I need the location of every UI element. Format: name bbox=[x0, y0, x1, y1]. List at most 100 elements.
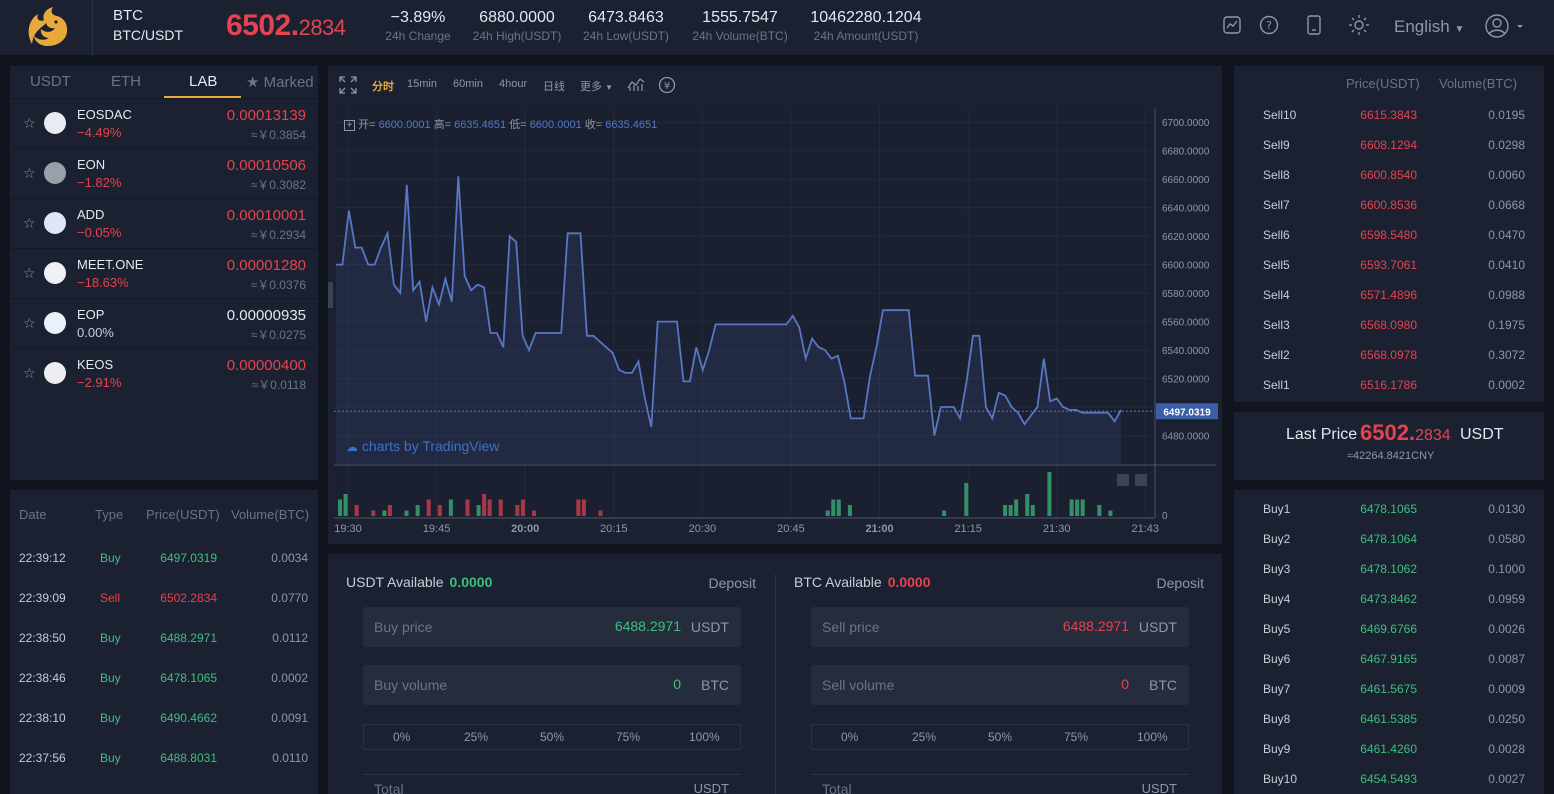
price-chart[interactable]: 6700.0000 6680.0000 6660.0000 6640.0000 6620… bbox=[328, 102, 1222, 544]
order-price: 6478.1062 bbox=[1360, 562, 1417, 576]
sell-percent-slider[interactable]: 0% 25% 50% 75% 100% bbox=[811, 724, 1189, 750]
star-outline-icon[interactable]: ☆ bbox=[23, 215, 36, 232]
sell-deposit-link[interactable]: Deposit bbox=[1157, 575, 1204, 591]
volume-bar bbox=[831, 499, 836, 516]
interval-more[interactable]: 更多 ▼ bbox=[580, 78, 613, 94]
order-price: 6571.4896 bbox=[1360, 288, 1417, 302]
volume-bar bbox=[382, 510, 387, 516]
order-price: 6461.5385 bbox=[1360, 712, 1417, 726]
bid-row[interactable]: Buy2 6478.1064 0.0580 bbox=[1234, 524, 1544, 554]
dragon-logo-icon[interactable] bbox=[22, 4, 72, 50]
fullscreen-icon[interactable] bbox=[339, 76, 357, 94]
star-outline-icon[interactable]: ☆ bbox=[23, 265, 36, 282]
tab-eth[interactable]: ETH bbox=[111, 73, 141, 90]
bid-row[interactable]: Buy7 6461.5675 0.0009 bbox=[1234, 674, 1544, 704]
tradingview-brand[interactable]: ☁ charts by TradingView bbox=[346, 438, 499, 454]
ask-row[interactable]: Sell9 6608.1294 0.0298 bbox=[1234, 130, 1544, 160]
y-tick-label: 6580.0000 bbox=[1162, 289, 1210, 300]
interval-timeline[interactable]: 分时 bbox=[372, 78, 394, 94]
theme-sun-icon[interactable] bbox=[1348, 14, 1370, 36]
market-row[interactable]: ☆ EOP 0.00% 0.00000935 ≈￥0.0275 bbox=[10, 298, 318, 347]
buy-pct-0[interactable]: 0% bbox=[393, 730, 410, 744]
indicators-icon[interactable] bbox=[627, 76, 645, 92]
volume-bar bbox=[520, 499, 525, 516]
market-row[interactable]: ☆ MEET.ONE −18.63% 0.00001280 ≈￥0.0376 bbox=[10, 248, 318, 297]
order-level-label: Sell3 bbox=[1263, 318, 1290, 332]
tab-lab[interactable]: LAB bbox=[189, 73, 217, 90]
sell-pct-0[interactable]: 0% bbox=[841, 730, 858, 744]
tab-usdt[interactable]: USDT bbox=[30, 73, 71, 90]
buy-pct-100[interactable]: 100% bbox=[689, 730, 720, 744]
coin-change: 0.00% bbox=[77, 325, 114, 340]
bid-row[interactable]: Buy5 6469.6766 0.0026 bbox=[1234, 614, 1544, 644]
sell-pct-75[interactable]: 75% bbox=[1064, 730, 1088, 744]
sell-pct-100[interactable]: 100% bbox=[1137, 730, 1168, 744]
interval-15min[interactable]: 15min bbox=[407, 78, 437, 90]
bid-row[interactable]: Buy1 6478.1065 0.0130 bbox=[1234, 494, 1544, 524]
bid-row[interactable]: Buy3 6478.1062 0.1000 bbox=[1234, 554, 1544, 584]
market-row[interactable]: ☆ ADD −0.05% 0.00010001 ≈￥0.2934 bbox=[10, 198, 318, 247]
star-outline-icon[interactable]: ☆ bbox=[23, 315, 36, 332]
star-outline-icon[interactable]: ☆ bbox=[23, 165, 36, 182]
ask-row[interactable]: Sell1 6516.1786 0.0002 bbox=[1234, 370, 1544, 400]
mobile-icon[interactable] bbox=[1303, 14, 1325, 36]
bid-row[interactable]: Buy9 6461.4260 0.0028 bbox=[1234, 734, 1544, 764]
chart-icon[interactable] bbox=[1221, 14, 1243, 36]
ask-row[interactable]: Sell8 6600.8540 0.0060 bbox=[1234, 160, 1544, 190]
bid-row[interactable]: Buy10 6454.5493 0.0027 bbox=[1234, 764, 1544, 794]
market-row[interactable]: ☆ KEOS −2.91% 0.00000400 ≈￥0.0118 bbox=[10, 348, 318, 397]
sell-pct-50[interactable]: 50% bbox=[988, 730, 1012, 744]
sell-volume-input[interactable]: Sell volume 0 BTC bbox=[811, 665, 1189, 705]
sell-pct-25[interactable]: 25% bbox=[912, 730, 936, 744]
volume-bar bbox=[498, 499, 503, 516]
buy-total-field[interactable]: Total USDT bbox=[363, 774, 741, 794]
order-level-label: Sell6 bbox=[1263, 228, 1290, 242]
bid-row[interactable]: Buy6 6467.9165 0.0087 bbox=[1234, 644, 1544, 674]
trade-row: 22:38:10 Buy 6490.4662 0.0091 bbox=[10, 698, 318, 738]
market-row[interactable]: ☆ EOSDAC −4.49% 0.00013139 ≈￥0.3854 bbox=[10, 98, 318, 147]
ask-row[interactable]: Sell7 6600.8536 0.0668 bbox=[1234, 190, 1544, 220]
sell-price-input[interactable]: Sell price 6488.2971 USDT bbox=[811, 607, 1189, 647]
interval-4hour[interactable]: 4hour bbox=[499, 78, 527, 90]
buy-percent-slider[interactable]: 0% 25% 50% 75% 100% bbox=[363, 724, 741, 750]
interval-60min[interactable]: 60min bbox=[453, 78, 483, 90]
trades-header-date: Date bbox=[19, 507, 47, 522]
ask-row[interactable]: Sell10 6615.3843 0.0195 bbox=[1234, 100, 1544, 130]
bid-row[interactable]: Buy8 6461.5385 0.0250 bbox=[1234, 704, 1544, 734]
market-tabs: USDT ETH LAB ★ Marked bbox=[10, 66, 318, 98]
ask-row[interactable]: Sell4 6571.4896 0.0988 bbox=[1234, 280, 1544, 310]
buy-pct-75[interactable]: 75% bbox=[616, 730, 640, 744]
market-row[interactable]: ☆ EON −1.82% 0.00010506 ≈￥0.3082 bbox=[10, 148, 318, 197]
buy-available: USDT Available 0.0000 bbox=[346, 574, 493, 590]
buy-price-input[interactable]: Buy price 6488.2971 USDT bbox=[363, 607, 741, 647]
order-level-label: Buy9 bbox=[1263, 742, 1291, 756]
x-tick-label: 21:30 bbox=[1043, 523, 1071, 535]
order-volume: 0.0959 bbox=[1488, 592, 1525, 606]
sell-total-field[interactable]: Total USDT bbox=[811, 774, 1189, 794]
ask-row[interactable]: Sell3 6568.0980 0.1975 bbox=[1234, 310, 1544, 340]
order-volume: 0.0195 bbox=[1488, 108, 1525, 122]
ask-row[interactable]: Sell5 6593.7061 0.0410 bbox=[1234, 250, 1544, 280]
buy-pct-50[interactable]: 50% bbox=[540, 730, 564, 744]
tab-marked[interactable]: ★ Marked bbox=[246, 73, 314, 91]
volume-bar bbox=[836, 499, 841, 516]
legend-toggle-icon[interactable]: + bbox=[344, 120, 355, 131]
help-icon[interactable]: ? bbox=[1258, 14, 1280, 36]
x-tick-label: 21:15 bbox=[954, 523, 982, 535]
user-avatar-icon[interactable] bbox=[1484, 12, 1524, 40]
interval-daily[interactable]: 日线 bbox=[543, 78, 565, 94]
ask-row[interactable]: Sell2 6568.0978 0.3072 bbox=[1234, 340, 1544, 370]
language-select[interactable]: English ▼ bbox=[1394, 17, 1464, 37]
coin-logo-icon bbox=[44, 112, 66, 134]
buy-pct-25[interactable]: 25% bbox=[464, 730, 488, 744]
ask-row[interactable]: Sell6 6598.5480 0.0470 bbox=[1234, 220, 1544, 250]
trade-time: 22:38:10 bbox=[19, 711, 66, 725]
order-volume: 0.0028 bbox=[1488, 742, 1525, 756]
buy-deposit-link[interactable]: Deposit bbox=[709, 575, 756, 591]
trade-price: 6497.0319 bbox=[160, 551, 217, 565]
bid-row[interactable]: Buy4 6473.8462 0.0959 bbox=[1234, 584, 1544, 614]
star-outline-icon[interactable]: ☆ bbox=[23, 115, 36, 132]
star-outline-icon[interactable]: ☆ bbox=[23, 365, 36, 382]
buy-volume-input[interactable]: Buy volume 0 BTC bbox=[363, 665, 741, 705]
settings-icon[interactable]: ¥ bbox=[658, 76, 676, 94]
